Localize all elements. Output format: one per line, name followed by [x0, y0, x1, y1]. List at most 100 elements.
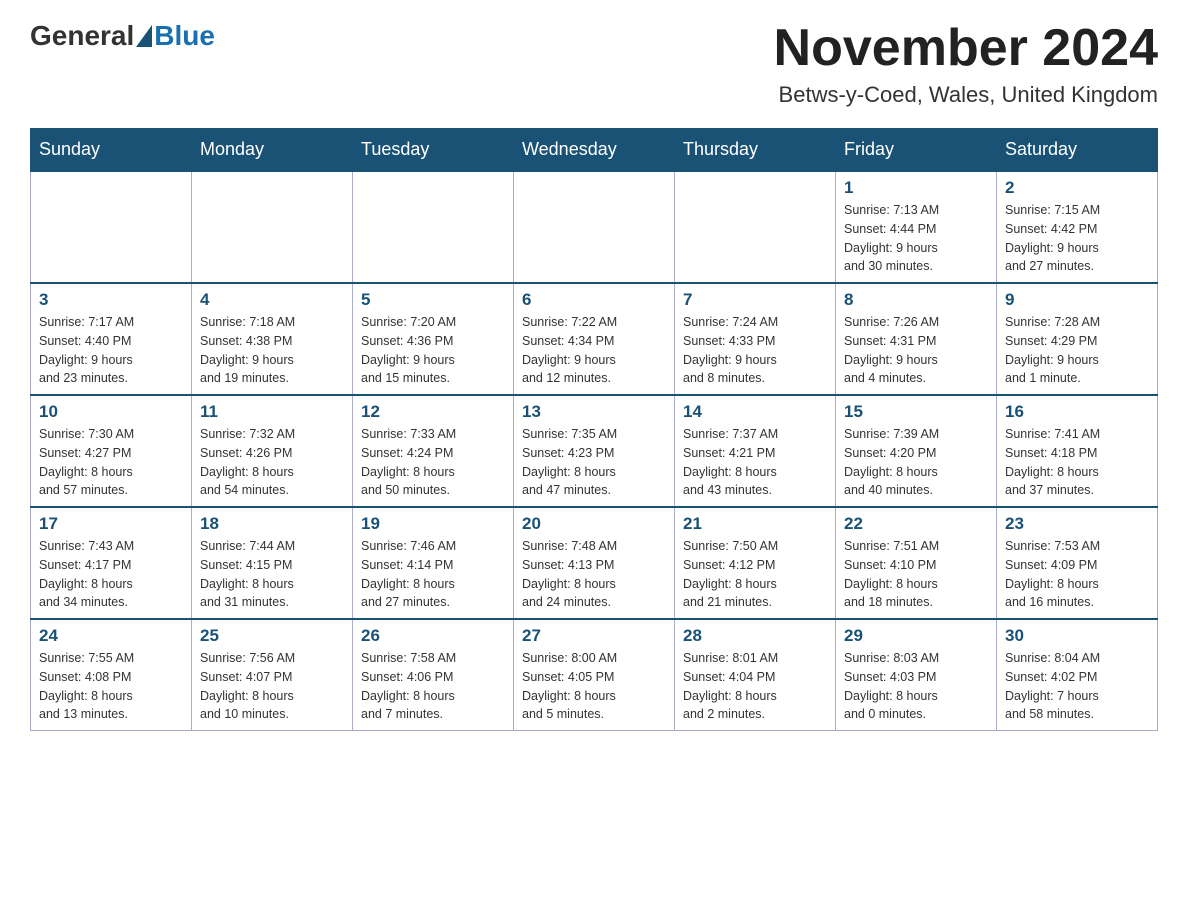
- calendar-header-row: SundayMondayTuesdayWednesdayThursdayFrid…: [31, 129, 1158, 172]
- calendar-cell: 7 Sunrise: 7:24 AM Sunset: 4:33 PM Daylig…: [675, 283, 836, 395]
- sun-info: Sunrise: 7:32 AM Sunset: 4:26 PM Dayligh…: [200, 425, 344, 500]
- calendar-cell: 1 Sunrise: 7:13 AM Sunset: 4:44 PM Daylig…: [836, 171, 997, 283]
- calendar-cell: 11 Sunrise: 7:32 AM Sunset: 4:26 PM Dayli…: [192, 395, 353, 507]
- day-number: 23: [1005, 514, 1149, 534]
- sun-info: Sunrise: 7:46 AM Sunset: 4:14 PM Dayligh…: [361, 537, 505, 612]
- day-number: 5: [361, 290, 505, 310]
- title-area: November 2024 Betws-y-Coed, Wales, Unite…: [774, 20, 1158, 108]
- day-number: 11: [200, 402, 344, 422]
- calendar-cell: 23 Sunrise: 7:53 AM Sunset: 4:09 PM Dayli…: [997, 507, 1158, 619]
- sun-info: Sunrise: 7:48 AM Sunset: 4:13 PM Dayligh…: [522, 537, 666, 612]
- sun-info: Sunrise: 7:50 AM Sunset: 4:12 PM Dayligh…: [683, 537, 827, 612]
- day-number: 3: [39, 290, 183, 310]
- calendar-cell: [353, 171, 514, 283]
- calendar-cell: 3 Sunrise: 7:17 AM Sunset: 4:40 PM Daylig…: [31, 283, 192, 395]
- sun-info: Sunrise: 7:37 AM Sunset: 4:21 PM Dayligh…: [683, 425, 827, 500]
- calendar-cell: 17 Sunrise: 7:43 AM Sunset: 4:17 PM Dayli…: [31, 507, 192, 619]
- calendar-cell: 24 Sunrise: 7:55 AM Sunset: 4:08 PM Dayli…: [31, 619, 192, 731]
- column-header-tuesday: Tuesday: [353, 129, 514, 172]
- day-number: 12: [361, 402, 505, 422]
- day-number: 10: [39, 402, 183, 422]
- sun-info: Sunrise: 7:35 AM Sunset: 4:23 PM Dayligh…: [522, 425, 666, 500]
- day-number: 27: [522, 626, 666, 646]
- day-number: 24: [39, 626, 183, 646]
- calendar-cell: 19Sunrise: 7:46 AM Sunset: 4:14 PM Dayli…: [353, 507, 514, 619]
- calendar-cell: 14 Sunrise: 7:37 AM Sunset: 4:21 PM Dayli…: [675, 395, 836, 507]
- day-number: 9: [1005, 290, 1149, 310]
- calendar-cell: 2Sunrise: 7:15 AM Sunset: 4:42 PM Daylig…: [997, 171, 1158, 283]
- sun-info: Sunrise: 7:28 AM Sunset: 4:29 PM Dayligh…: [1005, 313, 1149, 388]
- day-number: 6: [522, 290, 666, 310]
- sun-info: Sunrise: 7:39 AM Sunset: 4:20 PM Dayligh…: [844, 425, 988, 500]
- week-row-1: 1 Sunrise: 7:13 AM Sunset: 4:44 PM Daylig…: [31, 171, 1158, 283]
- day-number: 28: [683, 626, 827, 646]
- sun-info: Sunrise: 7:53 AM Sunset: 4:09 PM Dayligh…: [1005, 537, 1149, 612]
- sun-info: Sunrise: 7:55 AM Sunset: 4:08 PM Dayligh…: [39, 649, 183, 724]
- day-number: 7: [683, 290, 827, 310]
- sun-info: Sunrise: 7:30 AM Sunset: 4:27 PM Dayligh…: [39, 425, 183, 500]
- calendar-cell: 15 Sunrise: 7:39 AM Sunset: 4:20 PM Dayli…: [836, 395, 997, 507]
- column-header-friday: Friday: [836, 129, 997, 172]
- sun-info: Sunrise: 8:00 AM Sunset: 4:05 PM Dayligh…: [522, 649, 666, 724]
- calendar-cell: 16Sunrise: 7:41 AM Sunset: 4:18 PM Dayli…: [997, 395, 1158, 507]
- logo-blue-text: Blue: [154, 20, 215, 52]
- sun-info: Sunrise: 7:58 AM Sunset: 4:06 PM Dayligh…: [361, 649, 505, 724]
- day-number: 30: [1005, 626, 1149, 646]
- calendar-cell: [514, 171, 675, 283]
- day-number: 2: [1005, 178, 1149, 198]
- logo-triangle-icon: [136, 25, 152, 47]
- sun-info: Sunrise: 7:17 AM Sunset: 4:40 PM Dayligh…: [39, 313, 183, 388]
- day-number: 25: [200, 626, 344, 646]
- sun-info: Sunrise: 7:41 AM Sunset: 4:18 PM Dayligh…: [1005, 425, 1149, 500]
- calendar-table: SundayMondayTuesdayWednesdayThursdayFrid…: [30, 128, 1158, 731]
- sun-info: Sunrise: 8:03 AM Sunset: 4:03 PM Dayligh…: [844, 649, 988, 724]
- day-number: 22: [844, 514, 988, 534]
- day-number: 18: [200, 514, 344, 534]
- sun-info: Sunrise: 7:43 AM Sunset: 4:17 PM Dayligh…: [39, 537, 183, 612]
- sun-info: Sunrise: 7:24 AM Sunset: 4:33 PM Dayligh…: [683, 313, 827, 388]
- sun-info: Sunrise: 7:56 AM Sunset: 4:07 PM Dayligh…: [200, 649, 344, 724]
- day-number: 21: [683, 514, 827, 534]
- calendar-cell: [675, 171, 836, 283]
- calendar-cell: 13 Sunrise: 7:35 AM Sunset: 4:23 PM Dayli…: [514, 395, 675, 507]
- week-row-2: 3 Sunrise: 7:17 AM Sunset: 4:40 PM Daylig…: [31, 283, 1158, 395]
- week-row-3: 10 Sunrise: 7:30 AM Sunset: 4:27 PM Dayli…: [31, 395, 1158, 507]
- column-header-saturday: Saturday: [997, 129, 1158, 172]
- column-header-monday: Monday: [192, 129, 353, 172]
- day-number: 15: [844, 402, 988, 422]
- calendar-cell: 10 Sunrise: 7:30 AM Sunset: 4:27 PM Dayli…: [31, 395, 192, 507]
- sun-info: Sunrise: 7:51 AM Sunset: 4:10 PM Dayligh…: [844, 537, 988, 612]
- calendar-cell: 4Sunrise: 7:18 AM Sunset: 4:38 PM Daylig…: [192, 283, 353, 395]
- sun-info: Sunrise: 7:13 AM Sunset: 4:44 PM Dayligh…: [844, 201, 988, 276]
- calendar-cell: 22 Sunrise: 7:51 AM Sunset: 4:10 PM Dayli…: [836, 507, 997, 619]
- calendar-cell: [31, 171, 192, 283]
- calendar-cell: 26Sunrise: 7:58 AM Sunset: 4:06 PM Dayli…: [353, 619, 514, 731]
- column-header-sunday: Sunday: [31, 129, 192, 172]
- day-number: 17: [39, 514, 183, 534]
- month-title: November 2024: [774, 20, 1158, 77]
- calendar-cell: 20 Sunrise: 7:48 AM Sunset: 4:13 PM Dayli…: [514, 507, 675, 619]
- sun-info: Sunrise: 7:18 AM Sunset: 4:38 PM Dayligh…: [200, 313, 344, 388]
- day-number: 8: [844, 290, 988, 310]
- calendar-cell: 18 Sunrise: 7:44 AM Sunset: 4:15 PM Dayli…: [192, 507, 353, 619]
- sun-info: Sunrise: 7:22 AM Sunset: 4:34 PM Dayligh…: [522, 313, 666, 388]
- page-header: General Blue November 2024 Betws-y-Coed,…: [30, 20, 1158, 108]
- sun-info: Sunrise: 7:26 AM Sunset: 4:31 PM Dayligh…: [844, 313, 988, 388]
- logo: General Blue: [30, 20, 215, 52]
- sun-info: Sunrise: 7:44 AM Sunset: 4:15 PM Dayligh…: [200, 537, 344, 612]
- day-number: 29: [844, 626, 988, 646]
- column-header-wednesday: Wednesday: [514, 129, 675, 172]
- day-number: 14: [683, 402, 827, 422]
- location-subtitle: Betws-y-Coed, Wales, United Kingdom: [774, 82, 1158, 108]
- day-number: 13: [522, 402, 666, 422]
- day-number: 20: [522, 514, 666, 534]
- calendar-cell: 30 Sunrise: 8:04 AM Sunset: 4:02 PM Dayli…: [997, 619, 1158, 731]
- calendar-cell: 8 Sunrise: 7:26 AM Sunset: 4:31 PM Daylig…: [836, 283, 997, 395]
- calendar-cell: 27 Sunrise: 8:00 AM Sunset: 4:05 PM Dayli…: [514, 619, 675, 731]
- week-row-5: 24 Sunrise: 7:55 AM Sunset: 4:08 PM Dayli…: [31, 619, 1158, 731]
- sun-info: Sunrise: 7:20 AM Sunset: 4:36 PM Dayligh…: [361, 313, 505, 388]
- day-number: 1: [844, 178, 988, 198]
- column-header-thursday: Thursday: [675, 129, 836, 172]
- calendar-cell: 6 Sunrise: 7:22 AM Sunset: 4:34 PM Daylig…: [514, 283, 675, 395]
- sun-info: Sunrise: 8:04 AM Sunset: 4:02 PM Dayligh…: [1005, 649, 1149, 724]
